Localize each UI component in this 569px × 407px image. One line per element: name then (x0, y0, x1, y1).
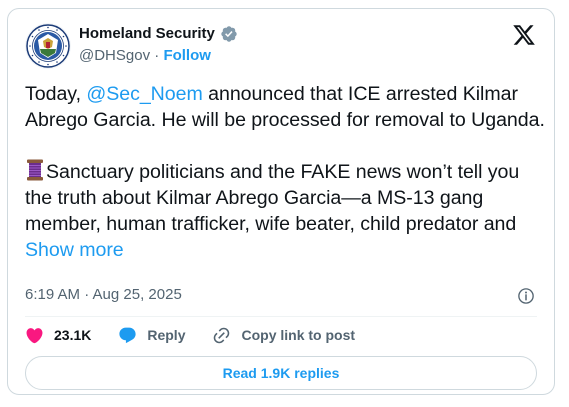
show-more-link[interactable]: Show more (25, 239, 124, 261)
author-name-row: Homeland Security (79, 24, 238, 44)
post-timestamp[interactable]: 6:19 AM · Aug 25, 2025 (25, 285, 182, 305)
post-paragraph-2: Sanctuary politicians and the FAKE news … (25, 159, 545, 263)
post-paragraph-1: Today, @Sec_Noem announced that ICE arre… (25, 81, 545, 133)
x-logo-icon[interactable] (512, 23, 536, 47)
like-count: 23.1K (54, 327, 92, 343)
avatar[interactable] (25, 23, 71, 69)
reply-label: Reply (147, 327, 186, 343)
author-handle-row: @DHSgov · Follow (79, 46, 211, 66)
copy-link-label: Copy link to post (241, 327, 356, 343)
reply-bubble-icon (119, 327, 136, 343)
reply-button[interactable]: Reply (118, 326, 185, 345)
read-replies-button[interactable]: Read 1.9K replies (25, 356, 537, 390)
info-icon[interactable] (517, 287, 535, 305)
dhs-seal-icon (25, 23, 71, 69)
post-paragraph-2-text: Sanctuary politicians and the FAKE news … (25, 161, 520, 235)
embedded-post-card: Homeland Security @DHSgov · Follow Today… (7, 8, 555, 395)
copy-link-button[interactable]: Copy link to post (212, 326, 355, 345)
link-icon (214, 327, 230, 343)
author-handle[interactable]: @DHSgov (79, 47, 150, 64)
follow-button[interactable]: Follow (163, 47, 211, 64)
heart-icon (26, 327, 43, 343)
post-text: Today, @Sec_Noem announced that ICE arre… (25, 81, 545, 263)
author-display-name[interactable]: Homeland Security (79, 24, 215, 44)
divider (25, 316, 537, 317)
handle-separator: · (154, 47, 160, 64)
post-text-prefix: Today, (25, 83, 87, 105)
like-button[interactable]: 23.1K (25, 326, 91, 345)
verified-badge-icon (221, 26, 237, 42)
mention-link[interactable]: @Sec_Noem (86, 83, 202, 105)
action-bar: 23.1K Reply Copy link to post (25, 324, 355, 346)
thread-spool-emoji-icon (27, 159, 43, 181)
